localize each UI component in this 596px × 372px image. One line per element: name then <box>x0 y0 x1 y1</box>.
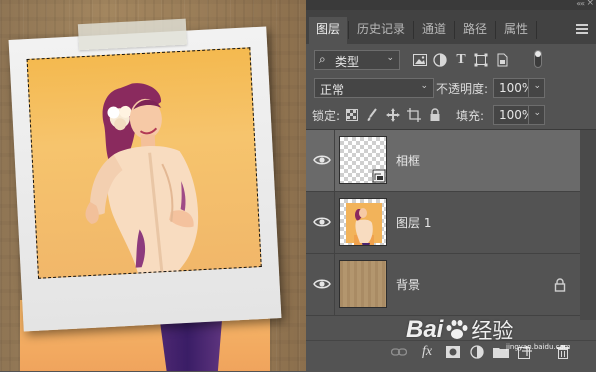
chevron-down-icon: ⌄ <box>386 53 394 63</box>
panel-tab-bar: 图层 历史记录 通道 路径 属性 <box>306 10 596 44</box>
eye-visibility-icon[interactable] <box>312 275 332 293</box>
layer-thumbnail-wood <box>339 260 387 308</box>
tab-layers[interactable]: 图层 <box>309 17 347 44</box>
layer-thumbnail-photo <box>339 198 387 246</box>
fill-dropdown[interactable]: ⌄ <box>528 105 545 125</box>
filter-kind-label: 类型 <box>335 55 360 69</box>
tab-separator <box>413 21 414 39</box>
blend-mode-select[interactable]: 正常 ⌄ <box>314 78 434 98</box>
chevron-down-icon: ⌄ <box>533 81 541 91</box>
paw-logo-icon <box>446 320 468 339</box>
collapse-panel-icon[interactable]: «« <box>576 0 585 8</box>
polaroid-frame <box>8 18 282 332</box>
fill-label: 填充: <box>456 109 485 123</box>
lock-transparent-pixels-icon[interactable] <box>344 106 360 124</box>
smart-object-filter-icon[interactable] <box>494 51 510 69</box>
watermark-text-right: 经验 <box>471 319 514 343</box>
document-canvas[interactable] <box>0 0 306 371</box>
photo-thumbnail-image <box>346 203 382 245</box>
opacity-dropdown[interactable]: ⌄ <box>528 78 545 98</box>
panel-menu-icon[interactable] <box>576 24 588 34</box>
adjustment-filter-icon[interactable] <box>432 51 448 69</box>
image-filter-icon[interactable] <box>412 51 428 69</box>
baidu-jingyan-watermark: Bai 经验 jingyan.baidu.com <box>406 313 571 351</box>
tab-separator <box>454 21 455 39</box>
layer-name: 背景 <box>396 278 421 292</box>
layer-row-layer-1[interactable]: 图层 1 <box>306 192 580 254</box>
lock-label: 锁定: <box>312 109 341 123</box>
tab-properties[interactable]: 属性 <box>497 17 535 44</box>
lock-position-icon[interactable] <box>385 106 401 124</box>
shape-filter-icon[interactable] <box>473 51 489 69</box>
layer-filter-select[interactable]: ⌕ 类型 ⌄ <box>314 50 400 70</box>
tab-separator <box>536 21 537 39</box>
layer-lock-icon[interactable] <box>554 278 566 292</box>
blend-mode-value: 正常 <box>320 83 345 97</box>
smart-object-badge-icon <box>372 169 386 183</box>
layer-name: 相框 <box>396 154 421 168</box>
eye-visibility-icon[interactable] <box>312 151 332 169</box>
layer-name: 图层 1 <box>396 216 432 230</box>
opacity-label: 不透明度: <box>436 82 489 96</box>
lock-all-icon[interactable] <box>427 106 443 124</box>
selection-marquee <box>26 47 262 279</box>
chevron-down-icon: ⌄ <box>533 108 541 118</box>
text-filter-icon[interactable]: T <box>453 51 469 69</box>
chevron-down-icon: ⌄ <box>420 81 428 91</box>
lock-image-pixels-icon[interactable] <box>364 106 380 124</box>
layers-scrollbar[interactable] <box>580 130 596 320</box>
tab-history[interactable]: 历史记录 <box>350 17 412 44</box>
watermark-text-left: Bai <box>406 316 444 343</box>
filter-toggle-switch[interactable] <box>534 50 542 68</box>
close-panel-icon[interactable]: × <box>586 0 594 8</box>
tab-paths[interactable]: 路径 <box>456 17 494 44</box>
layer-thumbnail-frame <box>339 136 387 184</box>
column-separator <box>334 254 335 315</box>
tab-separator <box>495 21 496 39</box>
layer-row-background[interactable]: 背景 <box>306 254 580 316</box>
tab-channels[interactable]: 通道 <box>415 17 453 44</box>
search-icon: ⌕ <box>319 52 326 66</box>
tab-separator <box>348 21 349 39</box>
column-separator <box>334 130 335 191</box>
lock-artboard-icon[interactable] <box>406 106 422 124</box>
panel-header-strip: «« × <box>306 0 596 10</box>
column-separator <box>334 192 335 253</box>
watermark-url: jingyan.baidu.com <box>506 343 571 351</box>
tape-strip <box>77 18 188 51</box>
eye-visibility-icon[interactable] <box>312 213 332 231</box>
layer-row-frame[interactable]: 相框 <box>306 130 580 192</box>
